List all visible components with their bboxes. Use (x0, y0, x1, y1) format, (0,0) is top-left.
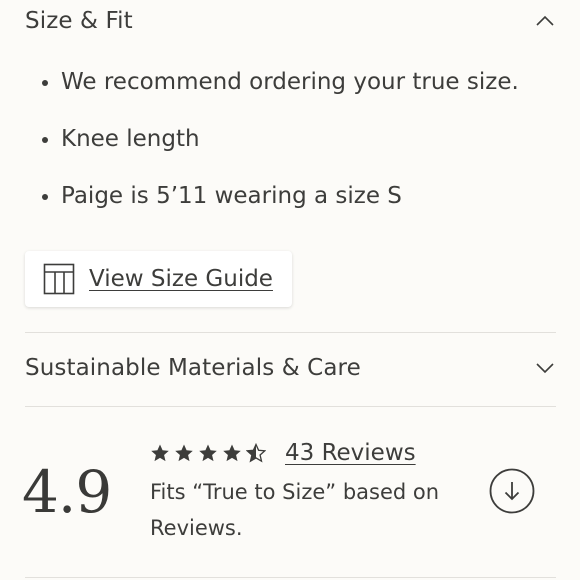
jump-to-reviews-button[interactable] (489, 468, 535, 514)
star-icon (223, 444, 241, 462)
reviews-link[interactable]: 43 Reviews (285, 440, 416, 466)
list-item: We recommend ordering your true size. (42, 62, 519, 119)
list-item: Paige is 5’11 wearing a size S (42, 176, 519, 233)
divider (25, 406, 556, 407)
star-icon (199, 444, 217, 462)
arrow-down-circle-icon (489, 468, 535, 514)
star-half-icon (246, 443, 266, 463)
sustainable-care-title: Sustainable Materials & Care (25, 355, 361, 381)
star-icon (151, 444, 169, 462)
star-icon (175, 444, 193, 462)
chevron-down-icon[interactable] (534, 361, 556, 375)
list-item: Knee length (42, 119, 519, 176)
table-icon (43, 263, 75, 295)
fit-summary: Fits “True to Size” based on Reviews. (150, 480, 440, 540)
size-fit-list: We recommend ordering your true size. Kn… (42, 62, 519, 233)
divider (25, 577, 556, 578)
divider (25, 332, 556, 333)
rating-average: 4.9 (22, 458, 112, 526)
sustainable-care-header[interactable]: Sustainable Materials & Care (25, 351, 556, 385)
size-fit-title: Size & Fit (25, 8, 133, 34)
view-size-guide-label: View Size Guide (89, 266, 273, 292)
view-size-guide-button[interactable]: View Size Guide (25, 251, 292, 307)
chevron-up-icon[interactable] (534, 14, 556, 28)
rating-stars-row: 43 Reviews (150, 438, 416, 468)
star-rating (150, 443, 270, 463)
size-fit-header[interactable]: Size & Fit (25, 4, 556, 38)
